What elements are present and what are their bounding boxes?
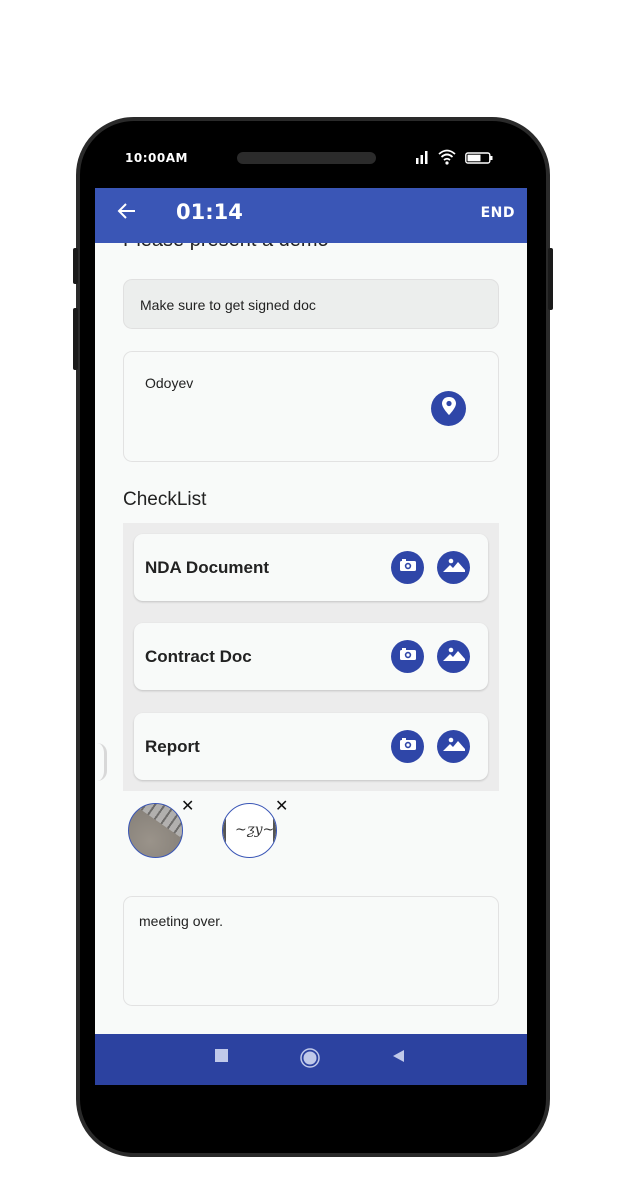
back-button[interactable] xyxy=(115,201,139,225)
status-bar: 10:00AM xyxy=(95,140,527,188)
location-value: Odoyev xyxy=(145,375,194,391)
battery-icon xyxy=(465,151,493,169)
remove-attachment-button[interactable]: ✕ xyxy=(275,796,288,815)
volume-down-button xyxy=(73,308,78,370)
gallery-button[interactable] xyxy=(437,730,470,763)
image-icon xyxy=(442,646,465,667)
map-pin-icon xyxy=(440,396,458,421)
attachment-signature-thumbnail[interactable]: ~ƺy~ xyxy=(222,803,277,858)
status-icons xyxy=(415,149,493,170)
power-button xyxy=(548,248,553,310)
scroll-content[interactable]: Please present a demo Make sure to get s… xyxy=(95,243,527,1034)
end-button[interactable]: END xyxy=(481,205,515,221)
app-bar: 01:14 END xyxy=(95,188,527,243)
camera-icon xyxy=(399,737,417,756)
image-icon xyxy=(442,736,465,757)
image-icon xyxy=(442,557,465,578)
scroll-indicator xyxy=(97,743,107,781)
comment-field[interactable]: meeting over. xyxy=(123,896,499,1006)
camera-icon xyxy=(399,558,417,577)
volume-up-button xyxy=(73,248,78,284)
checklist-item: Report xyxy=(134,713,488,780)
attachment-list: ✕ ~ƺy~ ✕ xyxy=(95,796,527,869)
instruction-field: Make sure to get signed doc xyxy=(123,279,499,329)
recents-button[interactable] xyxy=(215,1048,229,1068)
system-back-button[interactable] xyxy=(392,1049,406,1068)
camera-button[interactable] xyxy=(391,640,424,673)
checklist-item-label: Report xyxy=(145,737,200,756)
call-timer: 01:14 xyxy=(176,200,243,224)
back-triangle-icon xyxy=(392,1049,406,1068)
attachment-photo-thumbnail[interactable] xyxy=(128,803,183,858)
home-circle-icon xyxy=(300,1047,320,1073)
signature-scribble: ~ƺy~ xyxy=(235,822,275,838)
phone-screen: 10:00AM 01:14 END Please present a demo … xyxy=(95,140,527,1085)
system-nav-bar xyxy=(95,1034,527,1085)
checklist-item: NDA Document xyxy=(134,534,488,601)
status-time: 10:00AM xyxy=(125,151,188,165)
camera-button[interactable] xyxy=(391,551,424,584)
arrow-left-icon xyxy=(117,201,137,226)
checklist-heading: CheckList xyxy=(123,489,207,510)
checklist-item: Contract Doc xyxy=(134,623,488,690)
camera-icon xyxy=(399,647,417,666)
camera-button[interactable] xyxy=(391,730,424,763)
location-button[interactable] xyxy=(431,391,466,426)
checklist-item-label: Contract Doc xyxy=(145,647,252,666)
recents-square-icon xyxy=(215,1048,229,1068)
signal-icon xyxy=(415,150,429,169)
wifi-icon xyxy=(438,149,456,170)
speaker-notch xyxy=(237,152,376,164)
location-field[interactable]: Odoyev xyxy=(123,351,499,462)
task-title: Please present a demo xyxy=(123,243,329,252)
home-button[interactable] xyxy=(300,1047,320,1073)
remove-attachment-button[interactable]: ✕ xyxy=(181,796,194,815)
checklist-panel: NDA Document Contract Doc Report xyxy=(123,523,499,791)
gallery-button[interactable] xyxy=(437,640,470,673)
checklist-item-label: NDA Document xyxy=(145,558,270,577)
gallery-button[interactable] xyxy=(437,551,470,584)
